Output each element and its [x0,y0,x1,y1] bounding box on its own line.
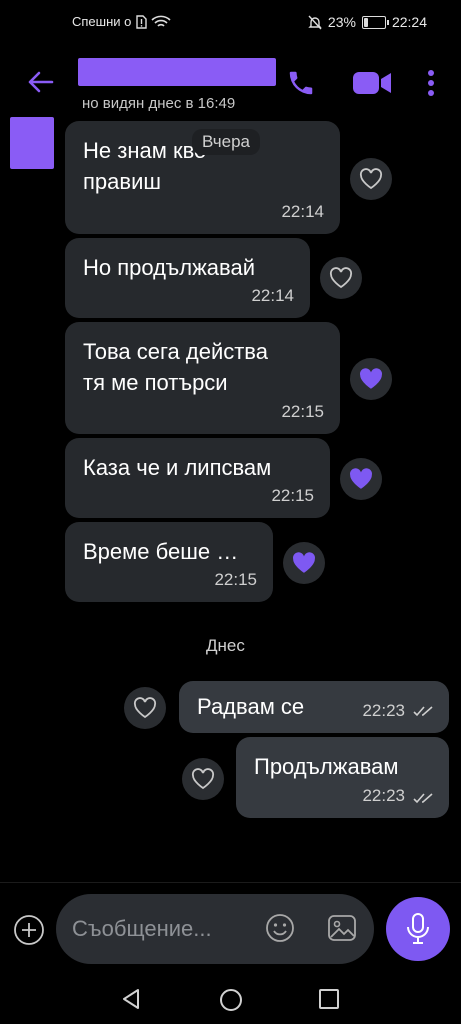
sim-alert-icon [136,14,148,29]
smiley-icon [266,914,294,942]
status-left: Спешни о [72,14,171,29]
message-text: Това сега действа тя ме потърси [83,339,268,395]
circle-home-icon [220,989,242,1011]
like-button-active[interactable] [340,458,382,500]
heart-outline-icon [191,768,215,790]
video-call-button[interactable] [352,68,392,103]
phone-icon [289,71,313,95]
like-button[interactable] [182,758,224,800]
message-bubble[interactable]: Но продължавай 22:14 [65,238,310,318]
carrier-text: Спешни о [72,14,132,29]
heart-outline-icon [359,168,383,190]
clock: 22:24 [391,14,427,30]
more-vertical-icon [428,70,434,96]
more-options-button[interactable] [426,68,436,103]
system-nav-bar [0,970,461,1024]
like-button-active[interactable] [350,358,392,400]
like-button[interactable] [320,257,362,299]
message-text: Не знам кво правиш [83,138,207,194]
composer-divider [0,882,461,883]
triangle-back-icon [123,989,139,1009]
square-recents-icon [319,989,339,1009]
bell-muted-icon [308,15,322,29]
heart-filled-icon [293,552,316,573]
nav-back-button[interactable] [120,988,142,1015]
date-separator-today: Днес [206,636,245,655]
message-bubble-outgoing[interactable]: Радвам се 22:23 [179,681,449,733]
message-time: 22:15 [281,402,324,421]
date-separator-yesterday: Вчера [192,129,260,155]
video-camera-icon [353,72,391,94]
status-bar: Спешни о 23% 22:24 [0,0,461,44]
message-input-placeholder: Съобщение... [72,916,212,941]
message-time: 22:14 [251,286,294,305]
contact-avatar-redacted[interactable] [10,117,54,169]
battery-percent: 23% [327,14,356,30]
message-bubble-outgoing[interactable]: Продължавам 22:23 [236,737,449,818]
message-time: 22:15 [271,486,314,505]
back-arrow-icon [28,71,54,93]
nav-recents-button[interactable] [318,988,340,1015]
message-time: 22:15 [214,570,257,589]
message-text: Каза че и липсвам [83,455,272,480]
battery-icon [361,15,389,29]
like-button[interactable] [124,687,166,729]
nav-home-button[interactable] [219,988,243,1017]
mic-icon [407,913,429,944]
call-button[interactable] [286,68,316,103]
heart-filled-icon [350,468,373,489]
message-text: Време беше … [83,539,239,564]
wifi-icon [151,15,171,27]
status-right: 23% 22:24 [308,14,427,30]
message-bubble[interactable]: Това сега действа тя ме потърси 22:15 [65,322,340,434]
gallery-icon [328,915,356,941]
contact-name-redacted[interactable] [78,58,276,86]
like-button[interactable] [350,158,392,200]
message-time: 22:23 [362,786,405,805]
message-bubble[interactable]: Време беше … 22:15 [65,522,273,602]
message-text: Но продължавай [83,255,255,280]
message-text: Продължавам [254,754,399,779]
emoji-button[interactable] [264,912,296,949]
message-text: Радвам се [197,694,305,719]
plus-icon [14,915,44,945]
heart-outline-icon [133,697,157,719]
heart-outline-icon [329,267,353,289]
chat-header: но видян днес в 16:49 [0,44,461,122]
message-input[interactable]: Съобщение... [56,894,374,964]
gallery-button[interactable] [326,912,358,949]
back-button[interactable] [26,70,54,99]
heart-filled-icon [360,368,383,389]
read-ticks-icon [413,706,433,717]
read-ticks-icon [413,793,433,804]
last-seen-status: но видян днес в 16:49 [82,95,236,112]
message-time: 22:23 [362,701,405,720]
like-button-active[interactable] [283,542,325,584]
attach-button[interactable] [12,913,46,952]
message-bubble[interactable]: Каза че и липсвам 22:15 [65,438,330,518]
voice-message-button[interactable] [386,897,450,961]
message-time: 22:14 [281,202,324,221]
